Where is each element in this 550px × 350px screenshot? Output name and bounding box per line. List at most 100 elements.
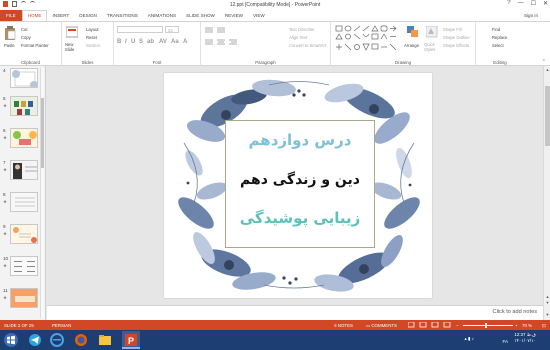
tab-home[interactable]: HOME — [21, 10, 48, 21]
scroll-down-page-icon[interactable]: ▼ — [544, 300, 550, 305]
new-slide-icon[interactable] — [66, 26, 78, 38]
slide-number: 11 — [3, 288, 8, 293]
firefox-icon[interactable] — [72, 331, 90, 349]
start-button-icon[interactable] — [2, 331, 20, 349]
replace-button[interactable]: Replace — [492, 35, 507, 40]
zoom-out-icon[interactable]: − — [456, 323, 459, 328]
zoom-level[interactable]: 70 % — [522, 323, 532, 328]
clock[interactable]: 12:37 ق.ظ ۱۴۰۱/۰۷/۱۰ — [510, 332, 540, 344]
sign-in-link[interactable]: Sign in — [524, 13, 538, 18]
select-button[interactable]: Select — [492, 43, 504, 48]
drawing-group: Arrange Quick Styles Shape Fill Shape Ou… — [331, 22, 476, 66]
align-text-button[interactable]: Align Text — [289, 35, 307, 40]
slide-scrollbar[interactable]: ▲ ▲ ▼ ▼ — [543, 66, 550, 320]
scrollbar-thumb[interactable] — [545, 86, 550, 146]
slide-canvas[interactable]: درس دوازدهم دین و زندگی دهم زیبایی پوشید… — [164, 73, 432, 298]
arrange-icon[interactable] — [407, 26, 419, 38]
tray-icons[interactable]: ▴ ▮ ♪ — [465, 336, 475, 342]
slides-group: New Slide Layout Reset Section Slides — [62, 22, 114, 66]
internet-explorer-icon[interactable] — [48, 331, 66, 349]
find-button[interactable]: Find — [492, 27, 500, 32]
zoom-in-icon[interactable]: + — [515, 323, 518, 328]
scroll-down-icon[interactable]: ▼ — [544, 312, 550, 317]
shape-outline-button[interactable]: Shape Outline — [443, 35, 470, 40]
notes-toggle[interactable]: ≡ NOTES — [334, 323, 353, 328]
quick-styles-icon[interactable] — [426, 26, 438, 38]
tab-design[interactable]: DESIGN — [74, 10, 102, 21]
clipboard-label: Clipboard — [21, 60, 40, 65]
editing-label: Editing — [493, 60, 507, 65]
drawing-label: Drawing — [394, 60, 412, 65]
font-size-dropdown[interactable]: 24 — [165, 26, 179, 33]
comments-label: COMMENTS — [371, 322, 397, 328]
tab-transitions[interactable]: TRANSITIONS — [102, 10, 143, 21]
svg-text:ab: ab — [147, 39, 154, 45]
close-button[interactable]: ✕ — [543, 0, 548, 7]
help-button[interactable]: ? — [507, 0, 510, 7]
maximize-button[interactable]: ☐ — [531, 0, 536, 7]
collapse-ribbon-icon[interactable]: ⌃ — [542, 59, 546, 65]
thumbnails-scrollbar[interactable] — [40, 68, 44, 318]
powerpoint-taskbar-icon[interactable]: P — [122, 331, 140, 349]
comments-toggle[interactable]: ▭ COMMENTS — [366, 323, 397, 329]
animation-star-icon: ★ — [3, 135, 8, 140]
layout-button[interactable]: Layout — [86, 27, 99, 32]
text-direction-button[interactable]: Text Direction — [289, 27, 314, 32]
scroll-up-icon[interactable]: ▲ — [544, 67, 550, 72]
input-language[interactable]: FA — [502, 339, 508, 344]
slide-number: 5 — [3, 96, 6, 101]
clipboard-group: Paste Cut Copy Format Painter Clipboard — [0, 22, 62, 66]
animation-star-icon: ★ — [3, 199, 8, 204]
paragraph-group: Text Direction Align Text Convert to Sma… — [201, 22, 331, 66]
copy-button[interactable]: Copy — [21, 35, 31, 40]
tab-insert[interactable]: INSERT — [47, 10, 74, 21]
slides-label: Slides — [81, 60, 94, 65]
quick-styles-button[interactable]: Quick Styles — [424, 42, 440, 52]
tab-review[interactable]: REVIEW — [220, 10, 248, 21]
new-slide-button[interactable]: New Slide — [65, 42, 83, 52]
cut-button[interactable]: Cut — [21, 27, 28, 32]
scroll-up-page-icon[interactable]: ▲ — [544, 294, 550, 299]
reset-button[interactable]: Reset — [86, 35, 97, 40]
scrollbar-thumb[interactable] — [41, 98, 44, 168]
notes-label: NOTES — [337, 322, 353, 328]
slide-title: دین و زندگی دهم — [240, 172, 360, 188]
tab-file[interactable]: FILE — [0, 10, 22, 21]
font-format-buttons[interactable]: B I U Sab AV Aa A — [117, 37, 197, 45]
format-painter-button[interactable]: Format Painter — [21, 43, 49, 48]
tab-view[interactable]: VIEW — [248, 10, 270, 21]
tab-animations[interactable]: ANIMATIONS — [143, 10, 181, 21]
font-group: 24 B I U Sab AV Aa A Font — [114, 22, 201, 66]
paste-button[interactable]: Paste — [4, 43, 15, 48]
tab-slide-show[interactable]: SLIDE SHOW — [181, 10, 220, 21]
arrange-button[interactable]: Arrange — [404, 43, 419, 48]
shapes-gallery[interactable] — [335, 25, 401, 55]
svg-text:A: A — [183, 39, 188, 45]
telegram-icon[interactable] — [26, 331, 44, 349]
shape-effects-button[interactable]: Shape Effects — [443, 43, 469, 48]
font-name-dropdown[interactable] — [117, 26, 163, 33]
title-textbox[interactable]: درس دوازدهم دین و زندگی دهم زیبایی پوشید… — [225, 120, 375, 248]
file-explorer-icon[interactable] — [96, 331, 114, 349]
notes-placeholder: Click to add notes — [492, 309, 537, 315]
title-bar: 12.ppt [Compatibility Mode] - PowerPoint… — [0, 0, 550, 10]
slide-counter: SLIDE 2 OF 25 — [4, 322, 34, 328]
paste-icon[interactable] — [4, 26, 16, 40]
shape-fill-button[interactable]: Shape Fill — [443, 27, 462, 32]
zoom-slider[interactable] — [463, 322, 513, 328]
paragraph-format-buttons[interactable] — [205, 26, 285, 48]
thumbnail-image — [10, 68, 38, 88]
font-size-value: 24 — [168, 28, 173, 33]
thumbnail-image — [10, 96, 38, 116]
notes-pane[interactable]: Click to add notes — [47, 305, 543, 320]
minimize-button[interactable]: — — [518, 0, 524, 7]
view-buttons[interactable] — [408, 322, 456, 328]
section-button[interactable]: Section — [86, 43, 100, 48]
taskbar: P ▴ ▮ ♪ FA 12:37 ق.ظ ۱۴۰۱/۰۷/۱۰ — [0, 330, 550, 350]
svg-text:U: U — [131, 39, 135, 45]
fit-slide-icon[interactable]: ⊡ — [542, 323, 546, 329]
clock-date: ۱۴۰۱/۰۷/۱۰ — [514, 338, 536, 343]
zoom-slider-handle[interactable] — [485, 322, 487, 328]
convert-to-smartart-button[interactable]: Convert to SmartArt — [289, 43, 326, 48]
language-indicator[interactable]: PERSIAN — [52, 323, 71, 328]
